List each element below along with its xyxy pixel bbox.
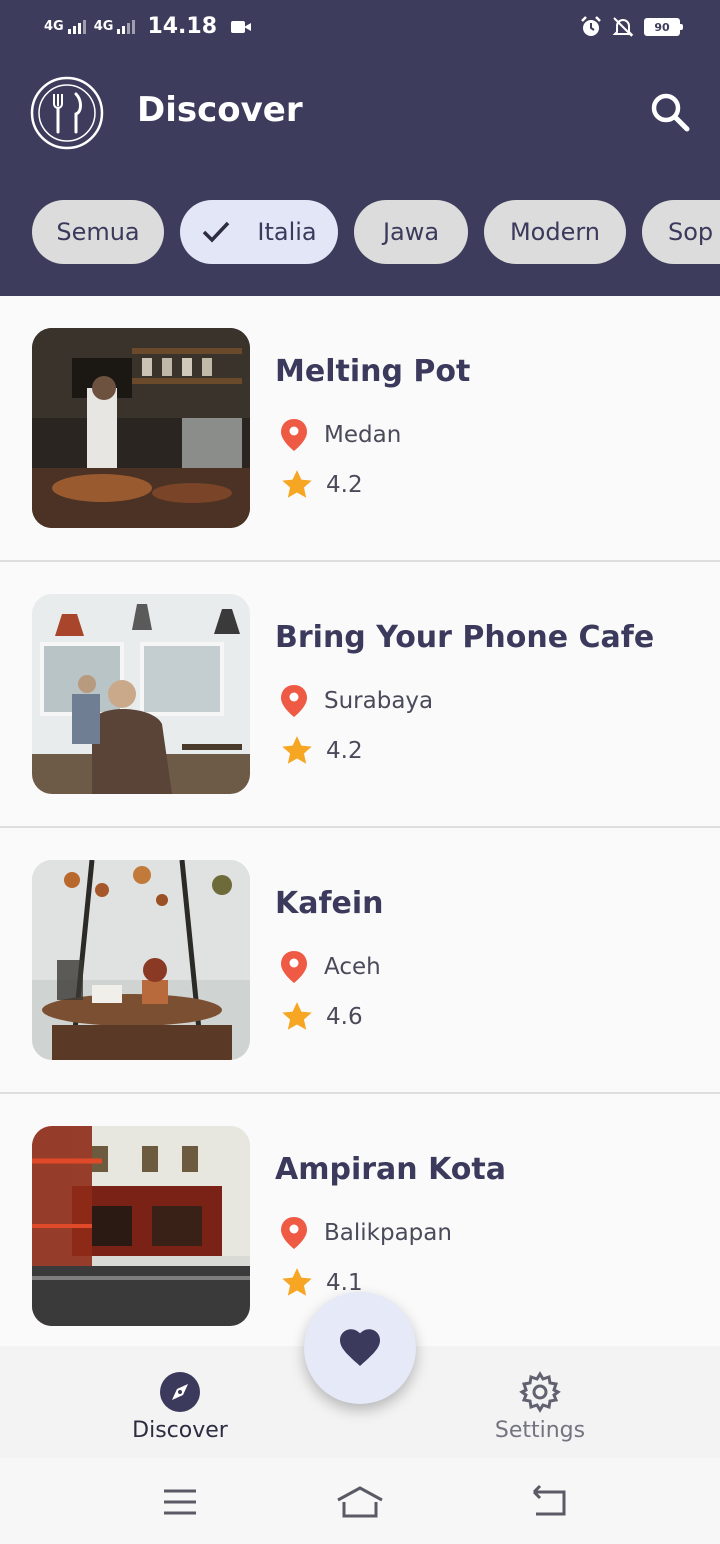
fork-knife-logo-icon bbox=[30, 76, 104, 150]
category-chip-row: Semua Italia Jawa Modern Sop bbox=[0, 200, 720, 264]
restaurant-photo bbox=[32, 860, 250, 1060]
nav-settings-label: Settings bbox=[494, 1418, 586, 1443]
restaurant-photo bbox=[32, 328, 250, 528]
chip-label: Sop bbox=[668, 218, 714, 246]
network-indicator-2: 4G bbox=[93, 19, 114, 34]
location-row: Surabaya bbox=[280, 684, 433, 718]
location-row: Aceh bbox=[280, 950, 381, 984]
notifications-off-icon bbox=[612, 17, 634, 37]
restaurant-name: Melting Pot bbox=[275, 354, 471, 389]
star-icon bbox=[282, 1268, 312, 1296]
page-title: Discover bbox=[137, 90, 303, 130]
restaurant-rating: 4.2 bbox=[326, 738, 363, 764]
location-row: Medan bbox=[280, 418, 401, 452]
chip-modern[interactable]: Modern bbox=[484, 200, 626, 264]
location-pin-icon bbox=[281, 1217, 307, 1249]
chip-label: Italia bbox=[257, 218, 317, 246]
signal-icon bbox=[67, 19, 86, 34]
restaurant-city: Medan bbox=[324, 422, 402, 448]
favorites-fab[interactable] bbox=[304, 1292, 416, 1404]
restaurant-name: Bring Your Phone Cafe bbox=[275, 620, 655, 655]
restaurant-rating: 4.2 bbox=[326, 472, 363, 498]
restaurant-photo bbox=[32, 1126, 250, 1326]
chip-sop[interactable]: Sop bbox=[642, 200, 720, 264]
status-bar: 4G 4G 14.18 90 bbox=[0, 0, 720, 56]
restaurant-city: Aceh bbox=[324, 954, 381, 980]
restaurant-name: Ampiran Kota bbox=[275, 1152, 506, 1187]
chip-label: Jawa bbox=[382, 218, 440, 246]
compass-icon bbox=[160, 1372, 200, 1412]
nav-discover[interactable]: Discover bbox=[80, 1370, 280, 1443]
home-icon[interactable] bbox=[334, 1482, 386, 1522]
app-header: 4G 4G 14.18 90 Discover Semua Italia Jaw… bbox=[0, 0, 720, 296]
back-icon[interactable] bbox=[524, 1482, 576, 1522]
chip-label: Semua bbox=[56, 218, 140, 246]
menu-icon[interactable] bbox=[154, 1482, 206, 1522]
heart-icon bbox=[340, 1329, 380, 1366]
restaurant-photo bbox=[32, 594, 250, 794]
battery-icon: 90 bbox=[644, 18, 683, 36]
restaurant-city: Balikpapan bbox=[324, 1220, 452, 1246]
restaurant-card[interactable]: Kafein Aceh 4.6 bbox=[0, 828, 720, 1094]
star-icon bbox=[282, 470, 312, 498]
rating-row: 4.2 bbox=[280, 734, 363, 768]
location-pin-icon bbox=[281, 419, 307, 451]
chip-label: Modern bbox=[509, 218, 601, 246]
chip-jawa[interactable]: Jawa bbox=[354, 200, 468, 264]
check-icon bbox=[203, 221, 230, 243]
rating-row: 4.2 bbox=[280, 468, 363, 502]
restaurant-card[interactable]: Melting Pot Medan 4.2 bbox=[0, 296, 720, 562]
nav-settings[interactable]: Settings bbox=[440, 1370, 640, 1443]
settings-gear-icon bbox=[519, 1371, 561, 1413]
restaurant-city: Surabaya bbox=[324, 688, 434, 714]
nav-discover-label: Discover bbox=[132, 1418, 228, 1443]
star-icon bbox=[282, 1002, 312, 1030]
network-indicator-1: 4G bbox=[44, 19, 64, 34]
chip-italia[interactable]: Italia bbox=[180, 200, 338, 264]
alarm-icon bbox=[581, 16, 601, 36]
status-time: 14.18 bbox=[147, 14, 218, 39]
video-record-icon bbox=[231, 20, 253, 34]
restaurant-card[interactable]: Bring Your Phone Cafe Surabaya 4.2 bbox=[0, 562, 720, 828]
search-icon[interactable] bbox=[644, 86, 696, 138]
restaurant-name: Kafein bbox=[275, 886, 384, 921]
rating-row: 4.6 bbox=[280, 1000, 363, 1034]
location-row: Balikpapan bbox=[280, 1216, 452, 1250]
system-navigation-bar bbox=[0, 1458, 720, 1544]
location-pin-icon bbox=[281, 951, 307, 983]
star-icon bbox=[282, 736, 312, 764]
chip-semua[interactable]: Semua bbox=[32, 200, 164, 264]
restaurant-rating: 4.6 bbox=[326, 1004, 363, 1030]
location-pin-icon bbox=[281, 685, 307, 717]
signal-icon-2 bbox=[117, 19, 136, 34]
